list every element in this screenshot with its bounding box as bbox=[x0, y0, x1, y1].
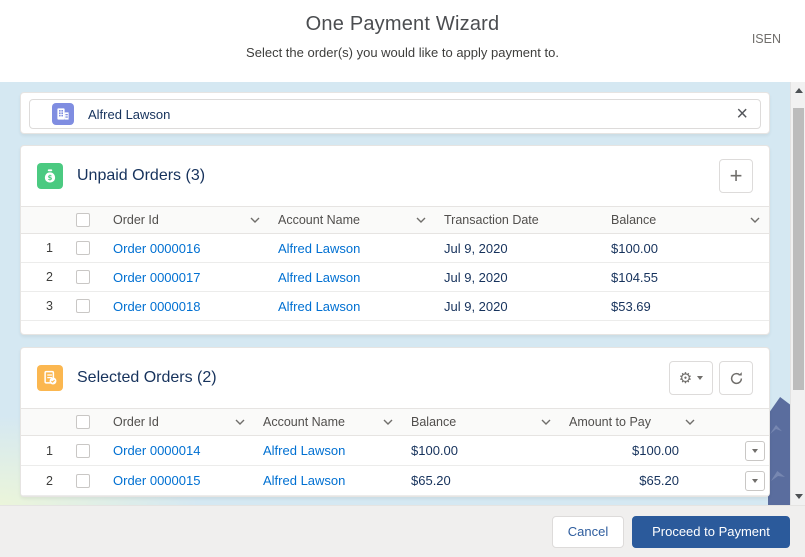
unpaid-orders-header: $ Unpaid Orders (3) + bbox=[21, 146, 769, 206]
balance-value: $65.20 bbox=[399, 473, 557, 488]
row-actions-dropdown-button[interactable] bbox=[745, 471, 765, 491]
account-link[interactable]: Alfred Lawson bbox=[263, 473, 345, 488]
row-actions-dropdown-button[interactable] bbox=[745, 441, 765, 461]
selected-orders-card: Selected Orders (2) ⚙ Order Id bbox=[20, 347, 770, 497]
sort-chevron-icon[interactable] bbox=[235, 419, 245, 425]
column-amount-to-pay[interactable]: Amount to Pay bbox=[569, 415, 651, 429]
amount-to-pay-value: $65.20 bbox=[557, 473, 701, 488]
table-row: 1 Order 0000014 Alfred Lawson $100.00 $1… bbox=[21, 436, 769, 466]
order-link[interactable]: Order 0000015 bbox=[113, 473, 200, 488]
account-link[interactable]: Alfred Lawson bbox=[278, 241, 360, 256]
sort-chevron-icon[interactable] bbox=[685, 419, 695, 425]
clear-selection-icon[interactable]: × bbox=[736, 101, 748, 127]
row-checkbox[interactable] bbox=[76, 474, 90, 488]
page-subtitle: Select the order(s) you would like to ap… bbox=[0, 45, 805, 60]
scrollbar-thumb[interactable] bbox=[793, 108, 804, 390]
orders-document-icon bbox=[37, 365, 63, 391]
unpaid-table-header: Order Id Account Name Transaction Date B… bbox=[21, 206, 769, 234]
transaction-date: Jul 9, 2020 bbox=[432, 299, 599, 314]
vertical-scrollbar[interactable] bbox=[790, 82, 805, 505]
balance-value: $53.69 bbox=[599, 299, 741, 314]
account-link[interactable]: Alfred Lawson bbox=[263, 443, 345, 458]
row-checkbox[interactable] bbox=[76, 270, 90, 284]
selected-orders-header: Selected Orders (2) ⚙ bbox=[21, 348, 769, 408]
table-row: 2 Order 0000015 Alfred Lawson $65.20 $65… bbox=[21, 466, 769, 496]
table-row: 2 Order 0000017 Alfred Lawson Jul 9, 202… bbox=[21, 263, 769, 292]
account-link[interactable]: Alfred Lawson bbox=[278, 270, 360, 285]
sort-chevron-icon[interactable] bbox=[250, 217, 260, 223]
scroll-down-arrow[interactable] bbox=[791, 489, 805, 504]
chevron-down-icon bbox=[752, 449, 758, 453]
row-checkbox[interactable] bbox=[76, 299, 90, 313]
select-all-checkbox[interactable] bbox=[76, 213, 90, 227]
sort-chevron-icon[interactable] bbox=[741, 217, 769, 223]
column-order-id[interactable]: Order Id bbox=[113, 415, 159, 429]
row-checkbox[interactable] bbox=[76, 241, 90, 255]
corner-label: ISEN bbox=[752, 32, 781, 46]
page-title: One Payment Wizard bbox=[0, 0, 805, 36]
selected-table-header: Order Id Account Name Balance Amount to … bbox=[21, 408, 769, 436]
money-bag-icon: $ bbox=[37, 163, 63, 189]
table-row: 1 Order 0000016 Alfred Lawson Jul 9, 202… bbox=[21, 234, 769, 263]
balance-value: $100.00 bbox=[399, 443, 557, 458]
sort-chevron-icon[interactable] bbox=[541, 419, 551, 425]
account-lookup-card: Alfred Lawson × bbox=[20, 92, 770, 134]
chevron-down-icon bbox=[752, 479, 758, 483]
sort-chevron-icon[interactable] bbox=[416, 217, 426, 223]
scroll-up-arrow[interactable] bbox=[791, 83, 805, 98]
add-order-button[interactable]: + bbox=[719, 159, 753, 193]
sort-chevron-icon[interactable] bbox=[383, 419, 393, 425]
table-row: 3 Order 0000018 Alfred Lawson Jul 9, 202… bbox=[21, 292, 769, 321]
wizard-footer: Cancel Proceed to Payment bbox=[0, 505, 805, 557]
proceed-to-payment-button[interactable]: Proceed to Payment bbox=[632, 516, 790, 548]
amount-to-pay-value: $100.00 bbox=[557, 443, 701, 458]
order-link[interactable]: Order 0000016 bbox=[113, 241, 200, 256]
selected-orders-title: Selected Orders (2) bbox=[77, 369, 217, 387]
chevron-down-icon bbox=[697, 376, 703, 380]
bird-decoration bbox=[770, 425, 782, 434]
account-icon bbox=[52, 103, 74, 125]
order-link[interactable]: Order 0000018 bbox=[113, 299, 200, 314]
svg-text:$: $ bbox=[48, 174, 53, 182]
balance-value: $104.55 bbox=[599, 270, 741, 285]
unpaid-orders-card: $ Unpaid Orders (3) + Order Id Account N… bbox=[20, 145, 770, 335]
wizard-body: Alfred Lawson × $ Unpaid Orders (3) + Or… bbox=[0, 82, 805, 505]
column-balance[interactable]: Balance bbox=[411, 415, 456, 429]
settings-gear-button[interactable]: ⚙ bbox=[669, 361, 713, 395]
selected-account-name: Alfred Lawson bbox=[88, 107, 170, 122]
refresh-button[interactable] bbox=[719, 361, 753, 395]
background-blue-shape bbox=[768, 397, 790, 505]
balance-value: $100.00 bbox=[599, 241, 741, 256]
gear-icon: ⚙ bbox=[679, 369, 692, 387]
column-account-name[interactable]: Account Name bbox=[263, 415, 345, 429]
account-link[interactable]: Alfred Lawson bbox=[278, 299, 360, 314]
row-checkbox[interactable] bbox=[76, 444, 90, 458]
account-lookup-input[interactable]: Alfred Lawson × bbox=[29, 99, 761, 129]
order-link[interactable]: Order 0000014 bbox=[113, 443, 200, 458]
bird-decoration bbox=[771, 471, 785, 481]
order-link[interactable]: Order 0000017 bbox=[113, 270, 200, 285]
transaction-date: Jul 9, 2020 bbox=[432, 270, 599, 285]
column-order-id[interactable]: Order Id bbox=[113, 213, 159, 227]
column-transaction-date[interactable]: Transaction Date bbox=[444, 213, 539, 227]
cancel-button[interactable]: Cancel bbox=[552, 516, 624, 548]
transaction-date: Jul 9, 2020 bbox=[432, 241, 599, 256]
column-account-name[interactable]: Account Name bbox=[278, 213, 360, 227]
select-all-checkbox[interactable] bbox=[76, 415, 90, 429]
refresh-icon bbox=[729, 371, 744, 386]
column-balance[interactable]: Balance bbox=[611, 213, 656, 227]
unpaid-orders-title: Unpaid Orders (3) bbox=[77, 167, 205, 185]
wizard-header: One Payment Wizard Select the order(s) y… bbox=[0, 0, 805, 82]
